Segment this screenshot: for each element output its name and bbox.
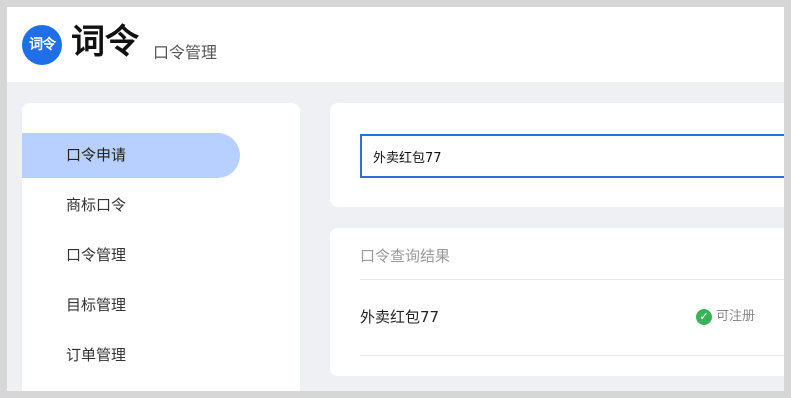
sidebar-item-apply[interactable]: 口令申请 bbox=[22, 133, 240, 178]
results-card: 口令查询结果 外卖红包77 ✓ 可注册 bbox=[330, 228, 784, 376]
sidebar: 口令申请 商标口令 口令管理 目标管理 订单管理 bbox=[22, 103, 300, 391]
result-name: 外卖红包77 bbox=[360, 308, 440, 326]
divider bbox=[360, 279, 784, 280]
search-card bbox=[330, 103, 784, 207]
sidebar-item-command-manage[interactable]: 口令管理 bbox=[22, 233, 240, 278]
logo-icon: 词令 bbox=[22, 25, 62, 65]
divider bbox=[360, 355, 784, 356]
sidebar-item-order-manage[interactable]: 订单管理 bbox=[22, 333, 240, 378]
search-input[interactable] bbox=[360, 134, 784, 178]
check-circle-icon: ✓ bbox=[696, 309, 712, 325]
top-header: 词令 词令 口令管理 bbox=[7, 7, 784, 82]
app-window: 词令 词令 口令管理 口令申请 商标口令 口令管理 目标管理 订单管理 口令查询… bbox=[7, 7, 784, 391]
sidebar-item-trademark[interactable]: 商标口令 bbox=[22, 183, 240, 228]
page-subtitle: 口令管理 bbox=[153, 43, 218, 62]
brand-title: 词令 bbox=[71, 22, 139, 62]
status-text: 可注册 bbox=[716, 309, 756, 324]
sidebar-item-target-manage[interactable]: 目标管理 bbox=[22, 283, 240, 328]
results-title: 口令查询结果 bbox=[360, 247, 451, 265]
status-badge: ✓ 可注册 bbox=[696, 308, 755, 326]
